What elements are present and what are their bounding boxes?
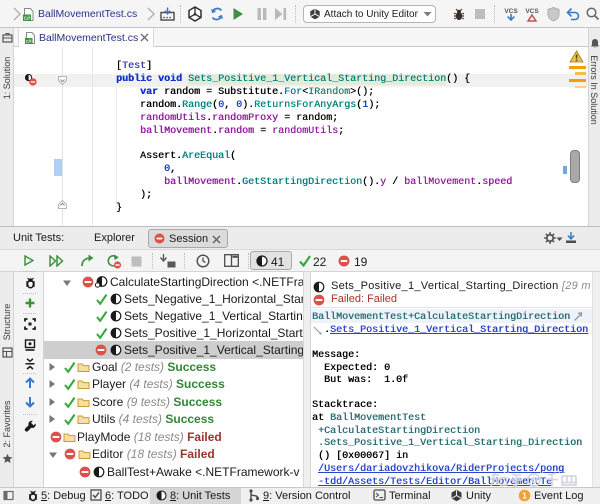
svg-text:c#: c#: [26, 39, 33, 45]
svg-text:VCS: VCS: [504, 8, 518, 15]
svg-text:VCS: VCS: [525, 8, 539, 15]
svg-text:c#: c#: [24, 16, 31, 22]
svg-text:1: 1: [522, 492, 527, 501]
